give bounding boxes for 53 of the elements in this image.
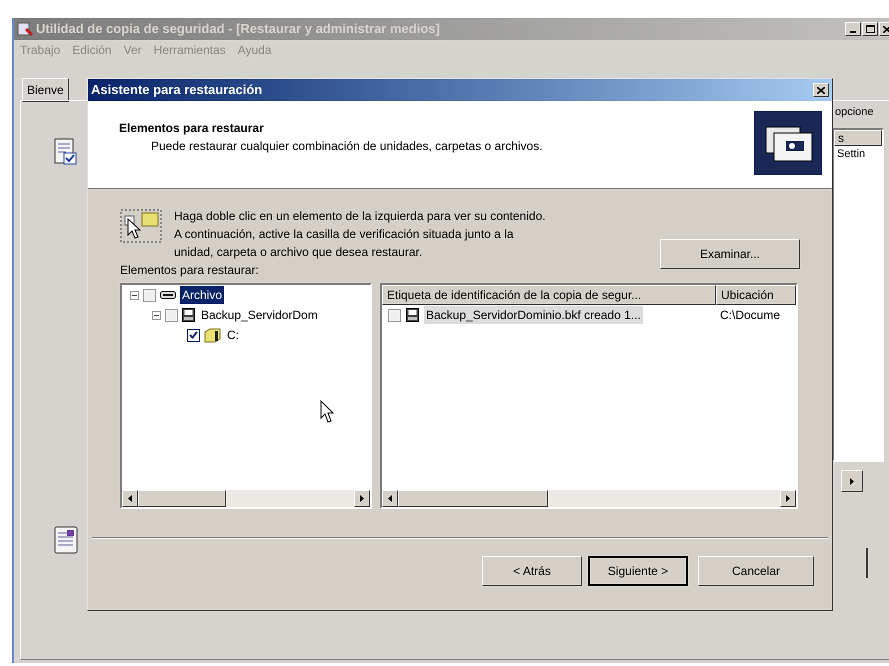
instruction-text: A continuación, active la casilla de verificación situada junto a la [174,226,515,243]
table-cell-text: C:\Docume [719,307,780,324]
document-check-icon [54,138,78,166]
left-arrow-icon [128,495,132,502]
checkbox[interactable] [165,308,178,322]
instruction-text: Haga doble clic en un elemento de la izquierda para ver su contenido. [174,208,547,225]
options-label: opcione [835,105,874,120]
checkbox[interactable] [187,328,200,342]
scroll-left-button[interactable] [382,490,398,507]
right-arrow-icon [360,495,364,502]
checkbox[interactable] [388,308,401,322]
expander-icon[interactable] [152,310,161,320]
tree-item[interactable]: Archivo [180,286,224,304]
column-header[interactable]: Etiqueta de identificación de la copia de segur... [382,285,716,305]
list-item[interactable]: Settin [834,146,882,162]
double-click-icon [120,207,164,243]
scroll-thumb[interactable] [138,490,226,507]
window-title: Utilidad de copia de seguridad - [Restaurar y administrar medios] [36,20,440,38]
close-button[interactable] [813,83,829,97]
scroll-thumb[interactable] [398,490,548,507]
scroll-right-button[interactable] [780,490,796,507]
left-arrow-icon [388,495,392,502]
minimize-button[interactable] [845,22,861,36]
dialog-title: Asistente para restauración [91,81,264,100]
header-subtitle: Puede restaurar cualquier combinación de unidades, carpetas o archivos. [150,138,544,155]
right-arrow-icon [786,495,790,502]
folder-icon [204,328,221,342]
app-icon [17,21,33,37]
column-header: s [834,130,882,146]
scroll-left-button[interactable] [122,490,138,507]
scroll-right-button[interactable] [354,490,370,507]
tree-item[interactable]: C: [225,326,241,344]
wizard-button[interactable]: Siguiente > [588,556,688,586]
right-arrow-icon [850,478,854,484]
tab[interactable]: Bienve [22,78,69,102]
expander-icon[interactable] [130,290,139,300]
close-icon [883,26,889,32]
backup-media-icon [754,111,822,175]
wizard-button[interactable]: Cancelar [698,556,814,586]
checkbox[interactable] [143,288,156,302]
tree-label: Elementos para restaurar: [120,262,260,279]
mouse-cursor-icon [320,400,334,424]
browse-button[interactable]: Examinar... [660,239,800,269]
instruction-text: unidad, carpeta o archivo que desea restaurar. [174,244,424,261]
scroll-right-button[interactable] [841,470,863,492]
list-row[interactable]: Backup_ServidorDominio.bkf creado 1... [424,306,643,324]
tape-drive-icon [160,289,176,301]
column-header[interactable]: Ubicación [716,285,796,305]
tree-item[interactable]: Backup_ServidorDom [199,306,320,324]
maximize-button[interactable] [862,22,878,36]
wizard-button[interactable]: < Atrás [482,556,582,586]
close-icon [817,86,825,94]
header-title: Elementos para restaurar [119,120,265,137]
